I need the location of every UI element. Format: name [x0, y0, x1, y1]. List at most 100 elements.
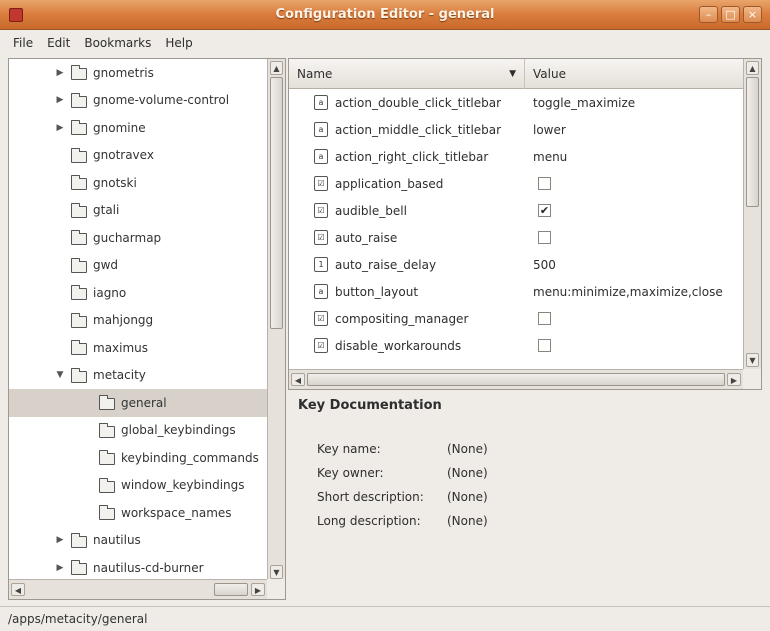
doc-long-description: Long description: (None) [317, 514, 488, 528]
tree-item[interactable]: ▶ nautilus [9, 527, 267, 555]
string-type-icon: a [314, 284, 328, 299]
key-row[interactable]: a action_double_click_titlebar toggle_maxi… [289, 89, 743, 116]
key-value-checkbox[interactable]: ✔ [538, 204, 551, 217]
bool-type-icon: ☑ [314, 338, 328, 353]
keys-scroll-thumb[interactable] [746, 77, 759, 207]
directory-tree: ▶ gnometris ▶ gnome-volume-control ▶ gnomine g… [8, 58, 286, 600]
key-row[interactable]: ☑ compositing_manager [289, 305, 743, 332]
tree-item[interactable]: workspace_names [9, 499, 267, 527]
keys-scroll-right-icon[interactable]: ▶ [727, 373, 741, 386]
key-value[interactable]: toggle_maximize [533, 96, 635, 110]
tree-item[interactable]: ▼ metacity [9, 362, 267, 390]
keys-horizontal-scrollbar[interactable]: ◀ ▶ [289, 369, 743, 389]
tree-item[interactable]: window_keybindings [9, 472, 267, 500]
tree-item-label: keybinding_commands [121, 450, 259, 465]
key-row[interactable]: ☑ application_based [289, 170, 743, 197]
keys-scroll-up-icon[interactable]: ▲ [746, 61, 759, 75]
key-rows: a action_double_click_titlebar toggle_maxi… [289, 89, 743, 369]
bool-type-icon: ☑ [314, 203, 328, 218]
menu-bookmarks[interactable]: Bookmarks [77, 34, 158, 52]
tree-vertical-scrollbar[interactable]: ▲ ▼ [267, 59, 285, 581]
folder-icon [71, 175, 87, 190]
minimize-button[interactable]: – [699, 6, 718, 23]
scroll-left-arrow-icon[interactable]: ◀ [11, 583, 25, 596]
tree-item[interactable]: iagno [9, 279, 267, 307]
value-column-header[interactable]: Value [525, 59, 743, 89]
tree-item[interactable]: gtali [9, 197, 267, 225]
expander-closed-icon[interactable]: ▶ [55, 563, 65, 573]
maximize-button[interactable]: □ [721, 6, 740, 23]
window-controls: – □ × [699, 6, 762, 23]
scroll-up-arrow-icon[interactable]: ▲ [270, 61, 283, 75]
tree-item-label: gwd [93, 258, 119, 273]
keys-header: Name ▼ Value [289, 59, 743, 89]
tree-item[interactable]: ▶ gnomine [9, 114, 267, 142]
key-value[interactable]: menu:minimize,maximize,close [533, 285, 723, 299]
key-value[interactable]: lower [533, 123, 566, 137]
tree-item[interactable]: gnotravex [9, 142, 267, 170]
doc-key-name: Key name: (None) [317, 442, 488, 456]
key-value[interactable]: menu [533, 150, 567, 164]
tree-item[interactable]: ▶ nautilus-cd-burner [9, 554, 267, 581]
key-row[interactable]: ☑ disable_workarounds [289, 332, 743, 359]
key-row[interactable]: ☑ audible_bell ✔ [289, 197, 743, 224]
tree-item[interactable]: mahjongg [9, 307, 267, 335]
keys-hscroll-thumb[interactable] [307, 373, 725, 386]
name-column-header[interactable]: Name ▼ [289, 59, 525, 89]
keys-scroll-left-icon[interactable]: ◀ [291, 373, 305, 386]
folder-icon [71, 65, 87, 80]
tree-item[interactable]: gucharmap [9, 224, 267, 252]
tree-item-label: gucharmap [93, 230, 162, 245]
menu-edit[interactable]: Edit [40, 34, 77, 52]
tree-horizontal-scrollbar[interactable]: ◀ ▶ [9, 579, 267, 599]
tree-item[interactable]: ▶ gnometris [9, 59, 267, 87]
expander-open-icon[interactable]: ▼ [55, 370, 65, 380]
tree-item[interactable]: gnotski [9, 169, 267, 197]
keys-scroll-down-icon[interactable]: ▼ [746, 353, 759, 367]
close-button[interactable]: × [743, 6, 762, 23]
key-row[interactable]: 1 auto_raise_delay 500 [289, 251, 743, 278]
key-value-checkbox[interactable] [538, 177, 551, 190]
keys-scroll-corner [743, 369, 761, 389]
keys-list: Name ▼ Value a action_double_click_titleb… [288, 58, 762, 390]
key-value-checkbox[interactable] [538, 339, 551, 352]
title-bar[interactable]: Configuration Editor - general – □ × [0, 0, 770, 30]
key-row[interactable]: ☑ auto_raise [289, 224, 743, 251]
tree-item-label: metacity [93, 368, 146, 383]
folder-icon [71, 120, 87, 135]
expander-closed-icon[interactable]: ▶ [55, 95, 65, 105]
key-row[interactable]: a action_middle_click_titlebar lower [289, 116, 743, 143]
tree-item[interactable]: gwd [9, 252, 267, 280]
doc-key-owner-value: (None) [447, 466, 488, 480]
tree-item-label: nautilus [93, 533, 141, 548]
folder-icon [71, 312, 87, 328]
folder-icon [71, 340, 87, 355]
doc-short-description: Short description: (None) [317, 490, 488, 504]
tree-item-label: gtali [93, 203, 120, 218]
key-value-checkbox[interactable] [538, 231, 551, 244]
menu-file[interactable]: File [6, 34, 40, 52]
keys-vertical-scrollbar[interactable]: ▲ ▼ [743, 59, 761, 369]
expander-closed-icon[interactable]: ▶ [55, 535, 65, 545]
tree-item[interactable]: keybinding_commands [9, 444, 267, 472]
tree-item[interactable]: global_keybindings [9, 417, 267, 445]
tree-item[interactable]: ▶ gnome-volume-control [9, 87, 267, 115]
expander-closed-icon[interactable]: ▶ [55, 123, 65, 133]
menu-help[interactable]: Help [158, 34, 199, 52]
tree-hscroll-thumb[interactable] [214, 583, 248, 596]
bool-type-icon: ☑ [314, 311, 328, 326]
tree-item-label: gnomine [93, 120, 146, 135]
tree-scroll-thumb[interactable] [270, 77, 283, 329]
key-value[interactable]: 500 [533, 258, 556, 272]
tree-item[interactable]: general [9, 389, 267, 417]
scroll-down-arrow-icon[interactable]: ▼ [270, 565, 283, 579]
scroll-right-arrow-icon[interactable]: ▶ [251, 583, 265, 596]
key-row[interactable]: a action_right_click_titlebar menu [289, 143, 743, 170]
folder-icon [99, 422, 115, 438]
key-row[interactable]: a button_layout menu:minimize,maximize,clo… [289, 278, 743, 305]
window-title: Configuration Editor - general [275, 7, 495, 22]
key-value-checkbox[interactable] [538, 312, 551, 325]
sort-descending-icon: ▼ [509, 69, 516, 79]
expander-closed-icon[interactable]: ▶ [55, 68, 65, 78]
tree-item[interactable]: maximus [9, 334, 267, 362]
